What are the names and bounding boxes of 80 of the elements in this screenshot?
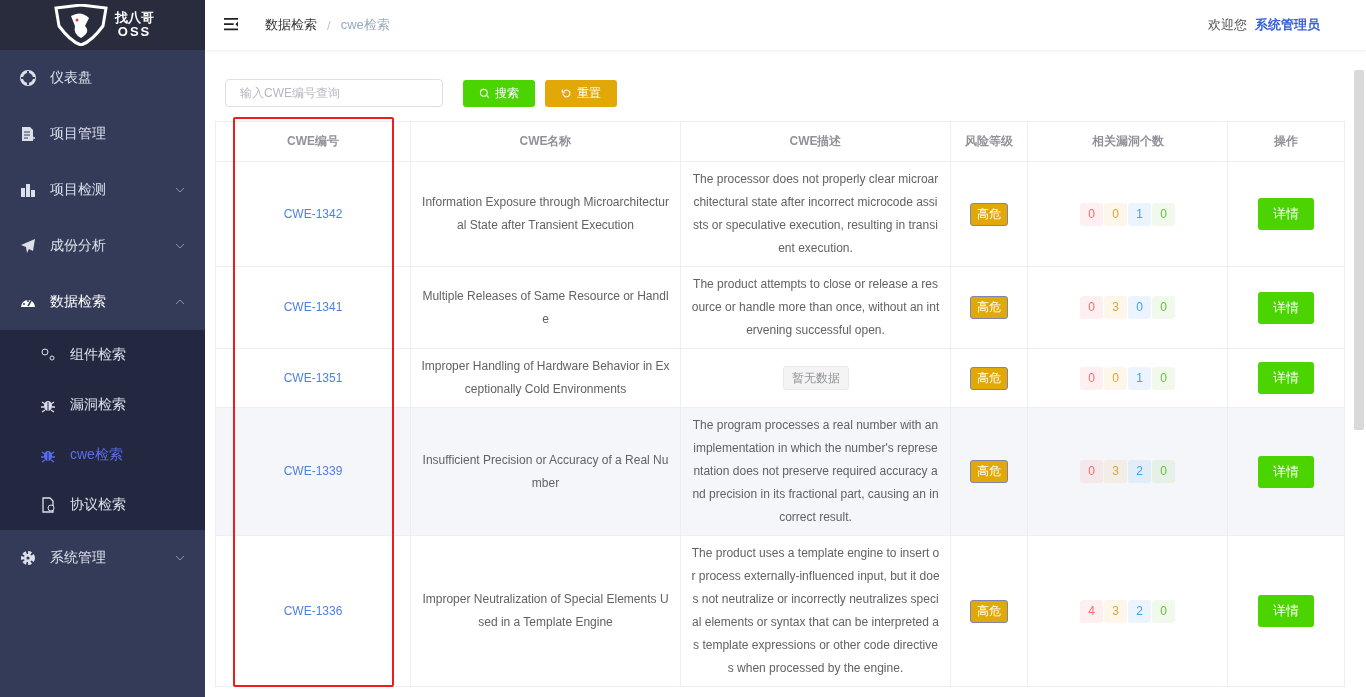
- count-tag: 0: [1152, 296, 1175, 319]
- table-cell: The processor does not properly clear microarchitectural state after incorrect microcode assists or speculative execution, resulting in transient execution.: [680, 161, 951, 267]
- risk-tag: 高危: [970, 599, 1008, 623]
- breadcrumb-item: cwe检索: [340, 16, 390, 34]
- cwe-id-link[interactable]: CWE-1342: [215, 161, 411, 267]
- column-header: CWE编号: [215, 121, 411, 162]
- count-tag: 0: [1080, 366, 1103, 390]
- cwe-id-link[interactable]: CWE-1336: [215, 535, 411, 687]
- refresh-icon: [561, 87, 572, 99]
- count-tag: 3: [1104, 599, 1127, 623]
- menu-item[interactable]: 成份分析: [0, 218, 205, 274]
- count-tag: 2: [1128, 460, 1151, 483]
- column-header: 相关漏洞个数: [1027, 121, 1228, 162]
- gear-icon: [20, 550, 36, 566]
- submenu-item[interactable]: 协议检索: [0, 480, 205, 530]
- shield-logo-icon: [51, 4, 111, 46]
- reset-button[interactable]: 重置: [545, 79, 617, 107]
- empty-tag: 暂无数据: [782, 366, 849, 390]
- bar-chart-icon: [20, 182, 36, 198]
- circles-icon: [40, 347, 56, 363]
- welcome-text: 欢迎您: [1208, 16, 1247, 34]
- cwe-id-link[interactable]: CWE-1351: [215, 348, 411, 408]
- submenu-item[interactable]: 漏洞检索: [0, 380, 205, 430]
- column-header: 风险等级: [950, 121, 1028, 162]
- table-cell: The program processes a real number with an implementation in which the number's representation does not preserve required accuracy and precision in its fractional part, causing an incorrect result.: [680, 407, 951, 536]
- menu-item[interactable]: 仪表盘: [0, 50, 205, 106]
- document-icon: [40, 497, 56, 513]
- count-tag: 3: [1104, 460, 1127, 483]
- risk-tag: 高危: [970, 202, 1008, 226]
- table-cell: The product attempts to close or release a resource or handle more than once, without an intervening successful open.: [680, 266, 951, 349]
- count-tag: 0: [1080, 202, 1103, 226]
- cwe-id-link[interactable]: CWE-1339: [215, 407, 411, 536]
- table-cell: Improper Neutralization of Special Elements Used in a Template Engine: [410, 535, 681, 687]
- risk-tag: 高危: [970, 296, 1008, 319]
- chevron-down-icon: [175, 243, 185, 249]
- column-header: CWE名称: [410, 121, 681, 162]
- menu-item[interactable]: 项目检测: [0, 162, 205, 218]
- cwe-id-link[interactable]: CWE-1341: [215, 266, 411, 349]
- count-tag: 0: [1104, 202, 1127, 226]
- submenu-item[interactable]: cwe检索: [0, 430, 205, 480]
- count-tag: 0: [1080, 460, 1103, 483]
- count-tag: 0: [1128, 296, 1151, 319]
- user-name[interactable]: 系统管理员: [1255, 16, 1320, 34]
- submenu-item[interactable]: 组件检索: [0, 330, 205, 380]
- risk-tag: 高危: [970, 366, 1008, 390]
- count-tag: 0: [1104, 366, 1127, 390]
- count-tag: 0: [1080, 296, 1103, 319]
- document-icon: [20, 126, 36, 142]
- count-tag: 0: [1152, 366, 1175, 390]
- risk-tag: 高危: [970, 460, 1008, 483]
- logo-subtitle: OSS: [117, 25, 152, 39]
- target-icon: [20, 70, 36, 86]
- count-tag: 0: [1152, 202, 1175, 226]
- breadcrumb-item[interactable]: 数据检索: [265, 16, 317, 34]
- count-tag: 2: [1128, 599, 1151, 623]
- table-cell: The product uses a template engine to insert or process externally-influenced input, but it does not neutralize or incorrectly neutralizes special elements or syntax that can be interpreted as template expressions or other code directives when processed by the engine.: [680, 535, 951, 687]
- menu-icon[interactable]: [223, 18, 239, 32]
- count-tag: 3: [1104, 296, 1127, 319]
- count-tag: 4: [1080, 599, 1103, 623]
- menu-item[interactable]: 系统管理: [0, 530, 205, 586]
- table-cell: Insufficient Precision or Accuracy of a Real Number: [410, 407, 681, 536]
- menu-item[interactable]: 数据检索: [0, 274, 205, 330]
- table-cell: Improper Handling of Hardware Behavior in Exceptionally Cold Environments: [410, 348, 681, 408]
- chevron-down-icon: [175, 555, 185, 561]
- menu-item[interactable]: 项目管理: [0, 106, 205, 162]
- search-icon: [479, 87, 490, 99]
- column-header: 操作: [1227, 121, 1345, 162]
- table-cell: Multiple Releases of Same Resource or Handle: [410, 266, 681, 349]
- count-tag: 1: [1128, 202, 1151, 226]
- search-field[interactable]: 输入CWE编号查询: [225, 79, 443, 107]
- chevron-down-icon: [175, 187, 185, 193]
- column-header: CWE描述: [680, 121, 951, 162]
- logo-title: 找八哥: [115, 11, 154, 25]
- chevron-up-icon: [175, 299, 185, 305]
- breadcrumb-separator: /: [327, 17, 331, 33]
- count-tag: 0: [1152, 460, 1175, 483]
- count-tag: 1: [1128, 366, 1151, 390]
- table-cell: Information Exposure through Microarchitectural State after Transient Execution: [410, 161, 681, 267]
- paper-plane-icon: [20, 238, 36, 254]
- count-tag: 0: [1152, 599, 1175, 623]
